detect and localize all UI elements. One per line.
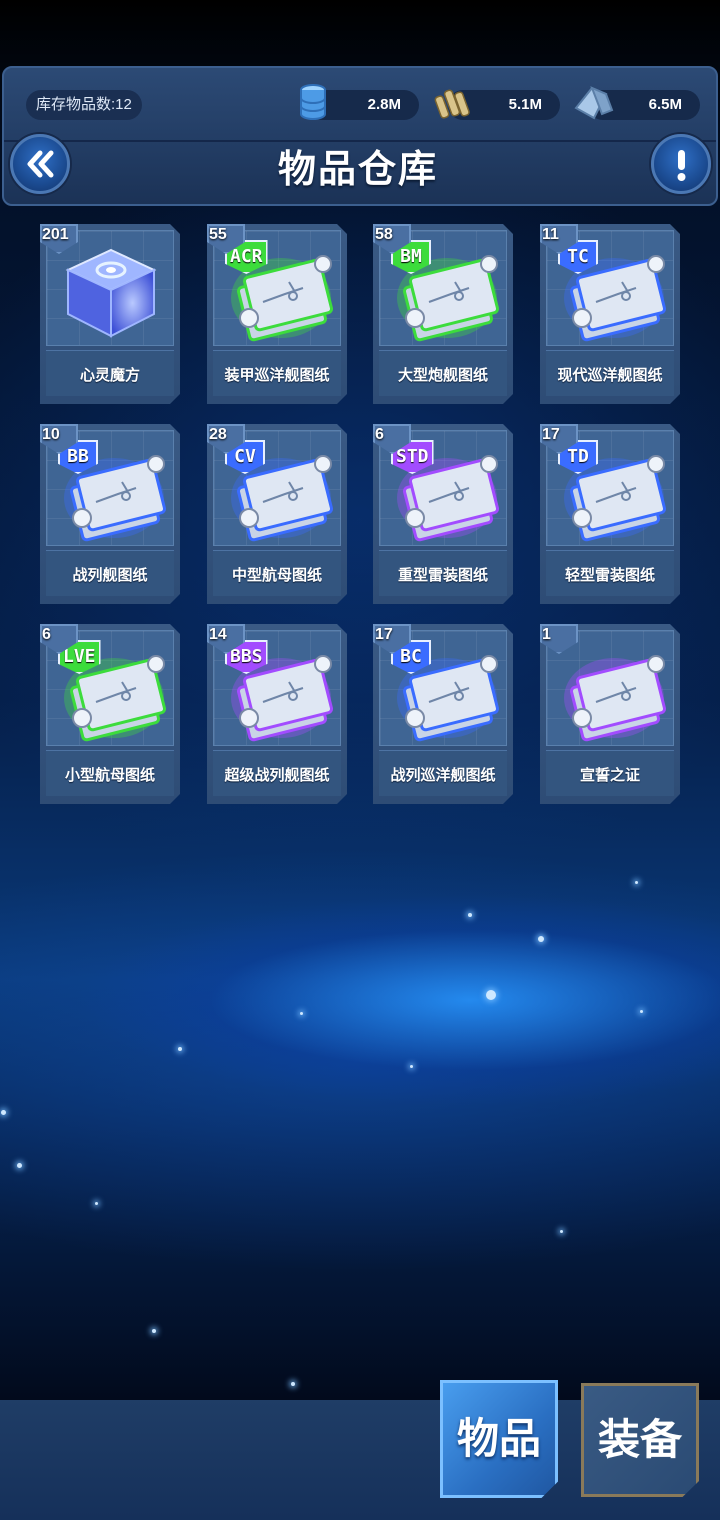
- tab-equipment[interactable]: 装备: [581, 1383, 699, 1497]
- item-name: 心灵魔方: [79, 366, 140, 384]
- item-count: 6: [375, 426, 384, 443]
- item-name: 重型雷装图纸: [397, 566, 488, 584]
- item-count: 28: [209, 426, 227, 443]
- item-card[interactable]: BM 58 大型炮舰图纸: [373, 224, 513, 404]
- item-card[interactable]: 1 宣誓之证: [540, 624, 680, 804]
- item-card[interactable]: ACR 55 装甲巡洋舰图纸: [207, 224, 347, 404]
- item-count: 55: [209, 226, 227, 243]
- item-name: 现代巡洋舰图纸: [557, 366, 663, 384]
- item-card[interactable]: TD 17 轻型雷装图纸: [540, 424, 680, 604]
- ammo-shells-icon: [434, 89, 470, 119]
- item-count: 58: [375, 226, 393, 243]
- item-name: 战列巡洋舰图纸: [390, 766, 496, 784]
- item-name: 战列舰图纸: [72, 566, 148, 584]
- item-count: 201: [42, 226, 69, 243]
- item-count: 1: [542, 626, 551, 643]
- page-title: 物品仓库: [277, 147, 438, 191]
- item-name: 轻型雷装图纸: [564, 566, 655, 584]
- item-count: 11: [542, 226, 559, 243]
- oath-scroll-icon: [564, 655, 667, 742]
- resource-ammo-value: 5.1M: [508, 96, 542, 113]
- tab-items[interactable]: 物品: [440, 1380, 558, 1498]
- item-card[interactable]: STD 6 重型雷装图纸: [373, 424, 513, 604]
- item-card[interactable]: BBS 14 超级战列舰图纸: [207, 624, 347, 804]
- resource-fuel-value: 2.8M: [367, 96, 401, 113]
- mind-cube-icon: [65, 248, 157, 338]
- item-card[interactable]: LVE 6 小型航母图纸: [40, 624, 180, 804]
- exclamation-icon: [677, 150, 686, 181]
- item-count: 10: [42, 426, 60, 443]
- item-name: 小型航母图纸: [64, 766, 155, 784]
- item-card[interactable]: BC 17 战列巡洋舰图纸: [373, 624, 513, 804]
- item-name: 装甲巡洋舰图纸: [224, 366, 330, 384]
- resource-fuel: 2.8M: [300, 84, 419, 120]
- resource-steel-value: 6.5M: [648, 96, 682, 113]
- info-button[interactable]: [651, 134, 711, 194]
- item-card[interactable]: TC 11 现代巡洋舰图纸: [540, 224, 680, 404]
- item-name: 宣誓之证: [579, 766, 640, 784]
- item-card[interactable]: 201 心灵魔方: [40, 224, 180, 404]
- fuel-barrel-icon: [300, 84, 326, 120]
- item-card[interactable]: BB 10 战列舰图纸: [40, 424, 180, 604]
- item-count: 17: [375, 626, 393, 643]
- stock-count-label: 库存物品数:12: [26, 90, 142, 120]
- item-count: 6: [42, 626, 51, 643]
- item-count: 17: [542, 426, 560, 443]
- resource-steel: 6.5M: [574, 86, 700, 120]
- item-card[interactable]: CV 28 中型航母图纸: [207, 424, 347, 604]
- item-name: 超级战列舰图纸: [224, 766, 330, 784]
- item-name: 中型航母图纸: [231, 566, 322, 584]
- steel-ingot-icon: [574, 86, 614, 120]
- resource-ammo: 5.1M: [434, 89, 560, 120]
- item-count: 14: [209, 626, 227, 643]
- item-name: 大型炮舰图纸: [397, 366, 488, 384]
